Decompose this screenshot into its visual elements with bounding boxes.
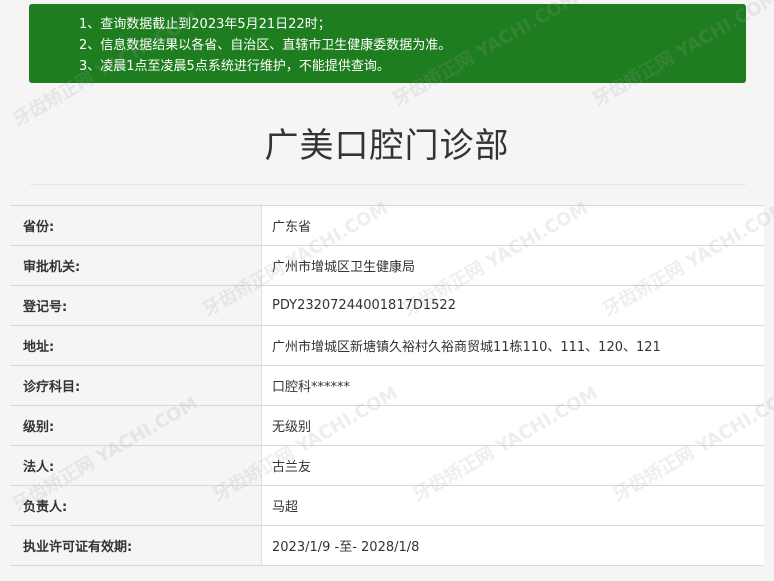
row-label: 诊疗科目: bbox=[10, 366, 262, 405]
row-value: 广东省 bbox=[262, 206, 764, 245]
row-value: PDY23207244001817D1522 bbox=[262, 286, 764, 325]
table-row-person-in-charge: 负责人: 马超 bbox=[10, 486, 764, 526]
table-row-address: 地址: 广州市增城区新塘镇久裕村久裕商贸城11栋110、111、120、121 bbox=[10, 326, 764, 366]
page-title: 广美口腔门诊部 bbox=[264, 126, 510, 166]
row-value: 古兰友 bbox=[262, 446, 764, 485]
row-value: 广州市增城区新塘镇久裕村久裕商贸城11栋110、111、120、121 bbox=[262, 326, 764, 365]
table-row-approval-authority: 审批机关: 广州市增城区卫生健康局 bbox=[10, 246, 764, 286]
row-label: 法人: bbox=[10, 446, 262, 485]
table-row-legal-person: 法人: 古兰友 bbox=[10, 446, 764, 486]
table-row-level: 级别: 无级别 bbox=[10, 406, 764, 446]
row-label: 登记号: bbox=[10, 286, 262, 325]
info-table: 省份: 广东省 审批机关: 广州市增城区卫生健康局 登记号: PDY232072… bbox=[10, 205, 764, 566]
notice-line-1: 1、查询数据截止到2023年5月21日22时； bbox=[79, 17, 331, 32]
row-value: 口腔科****** bbox=[262, 366, 764, 405]
row-label: 省份: bbox=[10, 206, 262, 245]
title-divider bbox=[30, 184, 746, 185]
row-value: 无级别 bbox=[262, 406, 764, 445]
notice-line-2: 2、信息数据结果以各省、自治区、直辖市卫生健康委数据为准。 bbox=[79, 38, 452, 53]
table-row-departments: 诊疗科目: 口腔科****** bbox=[10, 366, 764, 406]
table-row-registration-number: 登记号: PDY23207244001817D1522 bbox=[10, 286, 764, 326]
row-label: 审批机关: bbox=[10, 246, 262, 285]
notice-banner: 1、查询数据截止到2023年5月21日22时； 2、信息数据结果以各省、自治区、… bbox=[29, 4, 746, 83]
table-row-province: 省份: 广东省 bbox=[10, 206, 764, 246]
row-label: 地址: bbox=[10, 326, 262, 365]
notice-line-3: 3、凌晨1点至凌晨5点系统进行维护，不能提供查询。 bbox=[79, 59, 390, 74]
row-value: 2023/1/9 -至- 2028/1/8 bbox=[262, 526, 764, 565]
table-row-license-validity: 执业许可证有效期: 2023/1/9 -至- 2028/1/8 bbox=[10, 526, 764, 566]
row-value: 广州市增城区卫生健康局 bbox=[262, 246, 764, 285]
row-value: 马超 bbox=[262, 486, 764, 525]
row-label: 执业许可证有效期: bbox=[10, 526, 262, 565]
row-label: 级别: bbox=[10, 406, 262, 445]
row-label: 负责人: bbox=[10, 486, 262, 525]
